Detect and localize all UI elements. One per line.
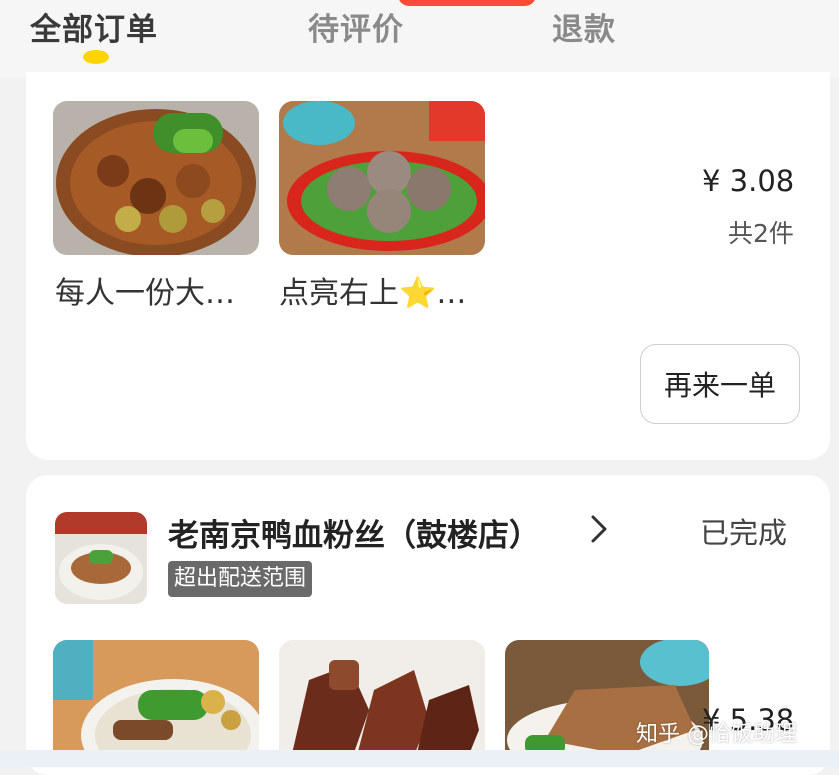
item-name: 点亮右上⭐… bbox=[279, 276, 467, 311]
bottom-strip bbox=[0, 750, 839, 767]
out-of-range-tag: 超出配送范围 bbox=[168, 561, 313, 597]
tab-refund[interactable]: 退款 bbox=[552, 4, 616, 49]
active-tab-indicator bbox=[83, 50, 109, 64]
store-name[interactable]: 老南京鸭血粉丝（鼓楼店） bbox=[168, 510, 540, 555]
chevron-right-icon[interactable] bbox=[586, 512, 612, 546]
order-tabs: 全部订单 待评价 退款 bbox=[0, 0, 839, 78]
order-price: ¥ 3.08 bbox=[702, 164, 795, 198]
tab-pending-review[interactable]: 待评价 bbox=[308, 4, 404, 49]
store-logo[interactable] bbox=[55, 512, 147, 604]
food-image-meatballs[interactable] bbox=[279, 101, 485, 255]
reorder-button[interactable]: 再来一单 bbox=[640, 344, 800, 424]
tab-badge bbox=[398, 0, 536, 6]
food-image-braised-chicken[interactable] bbox=[53, 101, 259, 255]
watermark: 知乎 @恰饭助理 bbox=[636, 722, 797, 747]
food-image-duck-meat[interactable] bbox=[279, 640, 485, 767]
food-image-duck-blood-soup[interactable] bbox=[53, 640, 259, 767]
item-name: 每人一份大… bbox=[55, 276, 235, 311]
item-count: 共2件 bbox=[728, 219, 794, 248]
order-status: 已完成 bbox=[700, 516, 788, 550]
tab-all-orders[interactable]: 全部订单 bbox=[30, 4, 158, 49]
